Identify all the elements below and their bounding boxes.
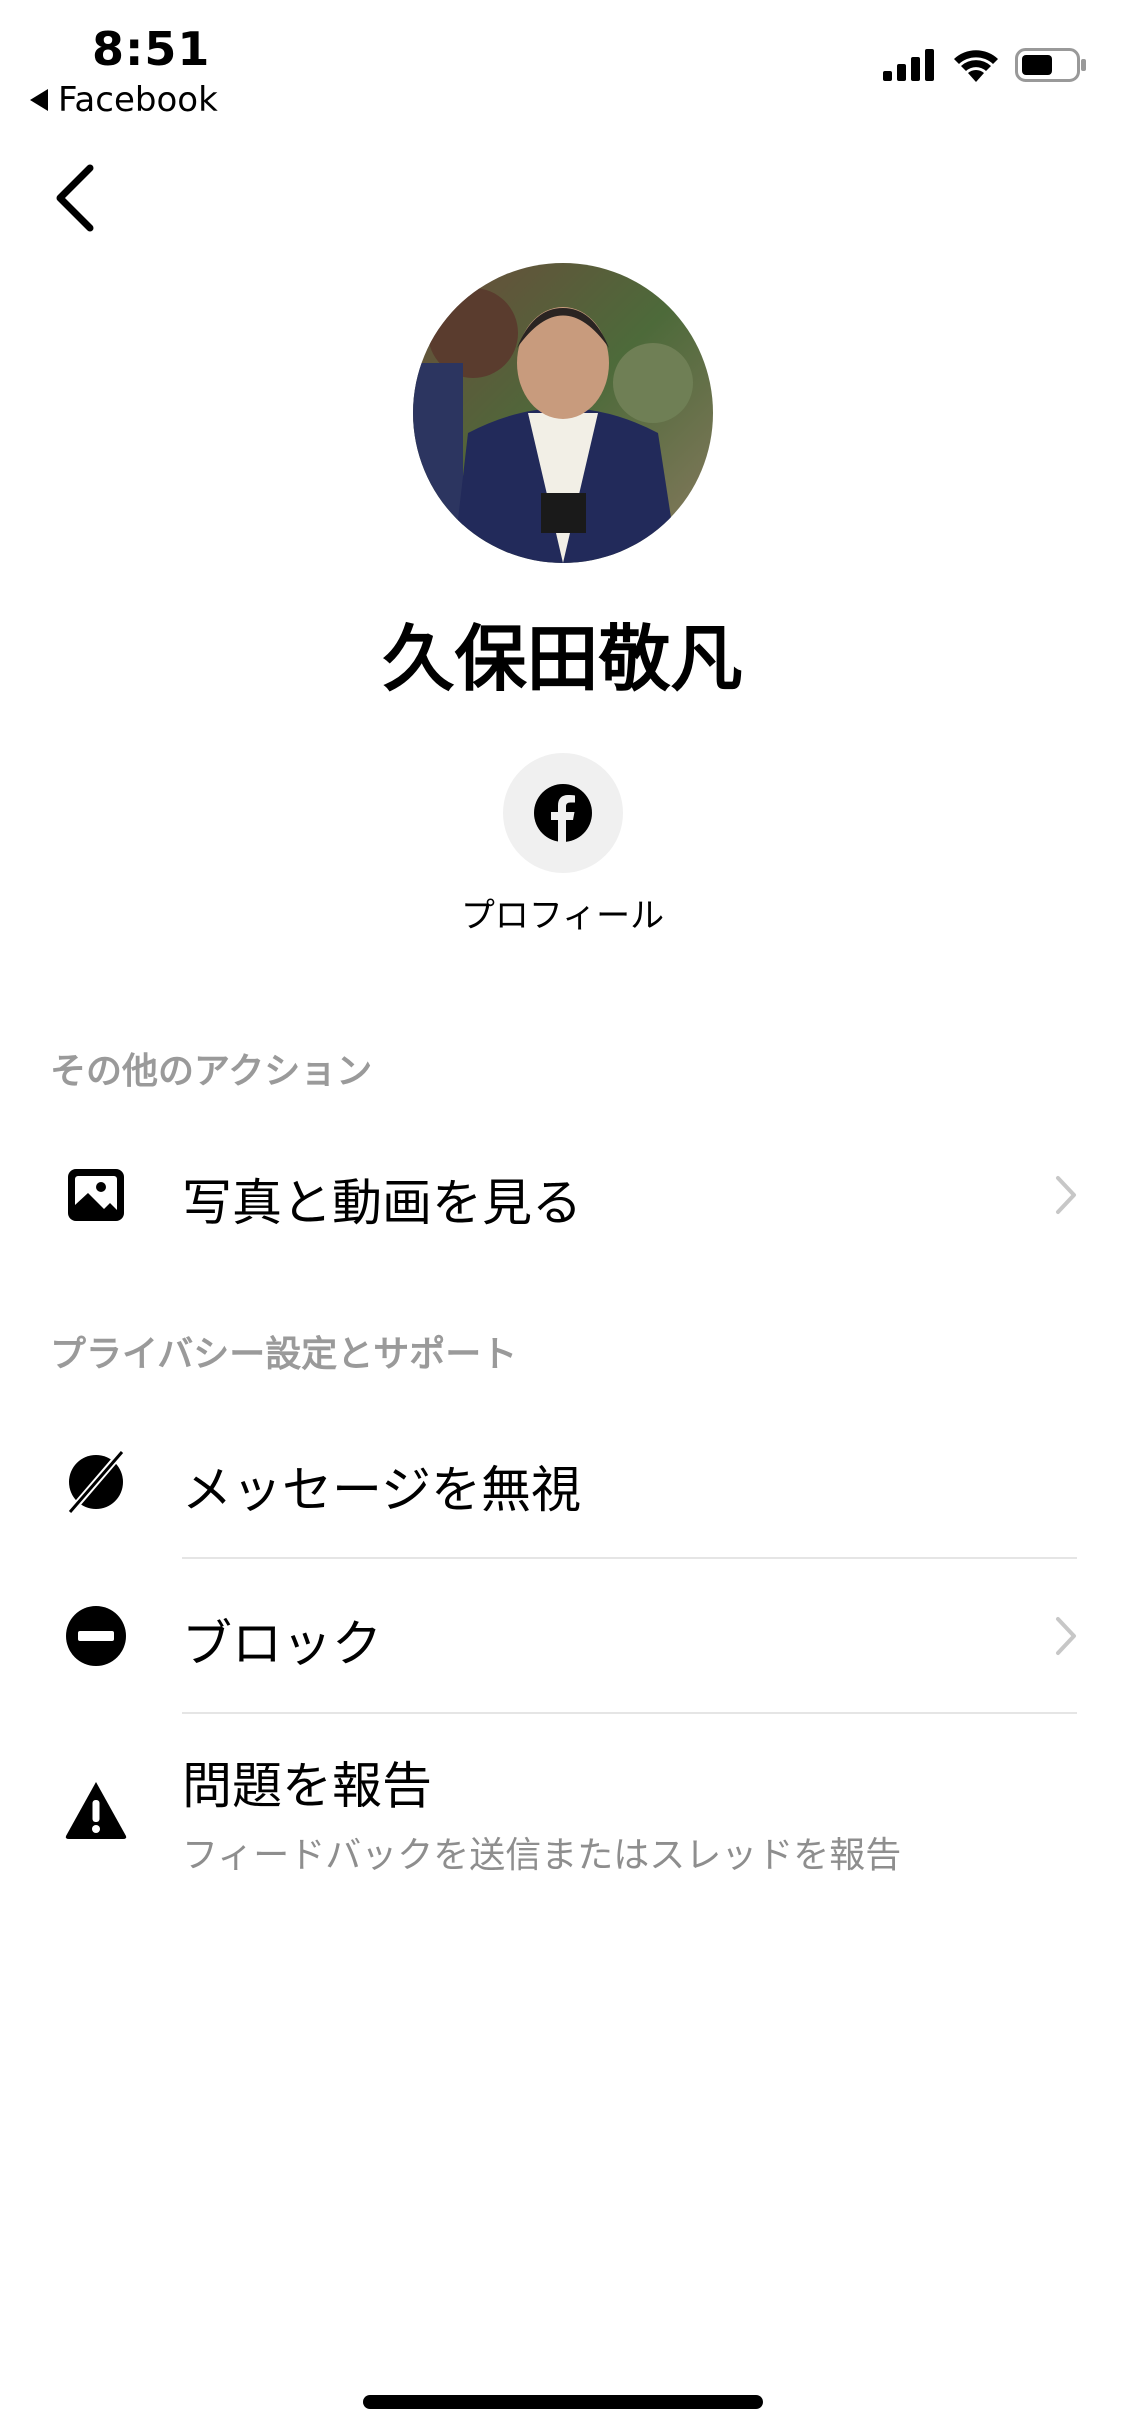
block-icon: [66, 1606, 126, 1666]
profile-button[interactable]: [503, 753, 623, 873]
section-title-privacy: プライバシー設定とサポート: [50, 1334, 518, 1375]
divider: [182, 1557, 1077, 1559]
report-problem-row[interactable]: 問題を報告 フィードバックを送信またはスレッドを報告: [0, 1716, 1125, 1896]
status-icons: [883, 48, 1087, 82]
photo-icon: [68, 1169, 124, 1221]
back-triangle-icon: [30, 89, 48, 111]
block-row[interactable]: ブロック: [0, 1560, 1125, 1712]
ignore-messages-row[interactable]: メッセージを無視: [0, 1410, 1125, 1560]
facebook-icon: [534, 784, 592, 842]
battery-icon: [1015, 48, 1086, 82]
chevron-right-icon: [1056, 1617, 1076, 1655]
chevron-right-icon: [1056, 1176, 1076, 1214]
divider: [182, 1712, 1077, 1714]
ignore-icon: [68, 1451, 124, 1513]
contact-name: 久保田敬凡: [382, 617, 743, 701]
row-label: メッセージを無視: [182, 1461, 581, 1519]
status-time: 8:51: [92, 22, 211, 76]
back-app-label: Facebook: [58, 80, 218, 120]
row-subtitle: フィードバックを送信またはスレッドを報告: [182, 1835, 902, 1876]
signal-icon: [883, 49, 934, 81]
section-title-other-actions: その他のアクション: [50, 1051, 373, 1092]
back-to-app-link[interactable]: Facebook: [30, 80, 218, 120]
home-indicator[interactable]: [363, 2395, 763, 2409]
view-photos-videos-row[interactable]: 写真と動画を見る: [0, 1125, 1125, 1265]
row-label: ブロック: [182, 1615, 382, 1673]
warning-icon: [65, 1782, 127, 1839]
avatar: [413, 263, 713, 563]
row-label: 問題を報告: [182, 1757, 432, 1815]
back-chevron-icon[interactable]: [48, 160, 108, 236]
row-label: 写真と動画を見る: [182, 1174, 582, 1232]
wifi-icon: [954, 50, 998, 82]
profile-button-label: プロフィール: [460, 896, 665, 936]
